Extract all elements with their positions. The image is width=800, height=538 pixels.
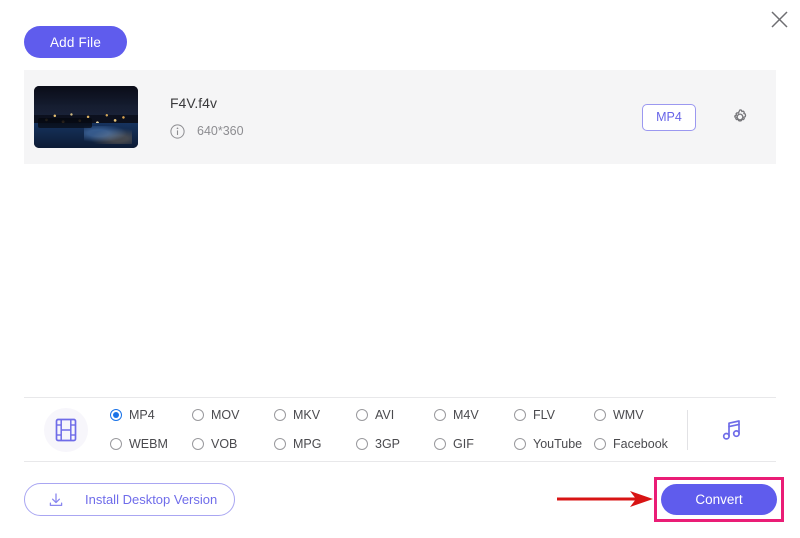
- converter-app-window: Add File F4V.f4v 640*360 MP4 MP4 MOV MKV…: [0, 0, 800, 538]
- format-option-label: Facebook: [613, 437, 668, 451]
- format-option-label: M4V: [453, 408, 479, 422]
- radio-indicator: [356, 409, 368, 421]
- format-option-mpg[interactable]: MPG: [274, 433, 356, 455]
- output-format-selector: MP4 MOV MKV AVI M4V FLV WMV WEBM VOB MPG…: [24, 397, 776, 462]
- format-option-mov[interactable]: MOV: [192, 404, 274, 426]
- radio-indicator: [514, 438, 526, 450]
- file-output-format-chip[interactable]: MP4: [642, 103, 696, 131]
- format-option-gif[interactable]: GIF: [434, 433, 514, 455]
- radio-indicator: [434, 409, 446, 421]
- format-radio-grid: MP4 MOV MKV AVI M4V FLV WMV WEBM VOB MPG…: [110, 404, 687, 455]
- radio-indicator: [274, 438, 286, 450]
- film-strip-icon[interactable]: [44, 407, 88, 452]
- radio-indicator: [594, 438, 606, 450]
- file-thumbnail: [34, 86, 138, 148]
- format-option-3gp[interactable]: 3GP: [356, 433, 434, 455]
- file-metadata: F4V.f4v 640*360: [170, 96, 642, 139]
- format-option-label: MOV: [211, 408, 240, 422]
- radio-indicator: [192, 409, 204, 421]
- format-option-flv[interactable]: FLV: [514, 404, 594, 426]
- format-panel-divider: [687, 409, 688, 450]
- radio-indicator: [434, 438, 446, 450]
- format-option-label: YouTube: [533, 437, 583, 451]
- radio-indicator: [192, 438, 204, 450]
- format-option-label: FLV: [533, 408, 555, 422]
- install-desktop-version-button[interactable]: Install Desktop Version: [24, 483, 235, 516]
- format-option-vob[interactable]: VOB: [192, 433, 274, 455]
- format-option-m4v[interactable]: M4V: [434, 404, 514, 426]
- format-option-facebook[interactable]: Facebook: [594, 433, 684, 455]
- format-option-label: WMV: [613, 408, 644, 422]
- add-file-button[interactable]: Add File: [24, 26, 127, 58]
- radio-indicator: [110, 438, 122, 450]
- format-option-mkv[interactable]: MKV: [274, 404, 356, 426]
- radio-indicator: [594, 409, 606, 421]
- format-option-label: GIF: [453, 437, 474, 451]
- music-note-icon[interactable]: [714, 412, 750, 448]
- download-icon: [47, 491, 65, 509]
- gear-icon[interactable]: [727, 104, 753, 130]
- format-option-avi[interactable]: AVI: [356, 404, 434, 426]
- file-dimensions: 640*360: [197, 124, 244, 138]
- radio-indicator: [274, 409, 286, 421]
- radio-indicator: [514, 409, 526, 421]
- format-option-label: VOB: [211, 437, 238, 451]
- format-option-webm[interactable]: WEBM: [110, 433, 192, 455]
- install-desktop-version-label: Install Desktop Version: [85, 492, 218, 507]
- file-list-item[interactable]: F4V.f4v 640*360 MP4: [24, 70, 776, 164]
- format-option-label: WEBM: [129, 437, 168, 451]
- format-option-label: MPG: [293, 437, 322, 451]
- format-option-label: MP4: [129, 408, 155, 422]
- radio-indicator: [110, 409, 122, 421]
- radio-indicator: [356, 438, 368, 450]
- format-option-mp4[interactable]: MP4: [110, 404, 192, 426]
- convert-button[interactable]: Convert: [661, 484, 777, 515]
- close-icon[interactable]: [764, 4, 794, 34]
- annotation-arrow-icon: [556, 488, 656, 510]
- file-subinfo: 640*360: [170, 123, 642, 139]
- file-list-panel: F4V.f4v 640*360 MP4: [24, 70, 776, 164]
- format-option-label: MKV: [293, 408, 321, 422]
- info-circle-icon: [170, 123, 185, 139]
- format-option-label: AVI: [375, 408, 395, 422]
- format-option-label: 3GP: [375, 437, 401, 451]
- format-option-wmv[interactable]: WMV: [594, 404, 684, 426]
- format-option-youtube[interactable]: YouTube: [514, 433, 594, 455]
- file-name: F4V.f4v: [170, 94, 217, 111]
